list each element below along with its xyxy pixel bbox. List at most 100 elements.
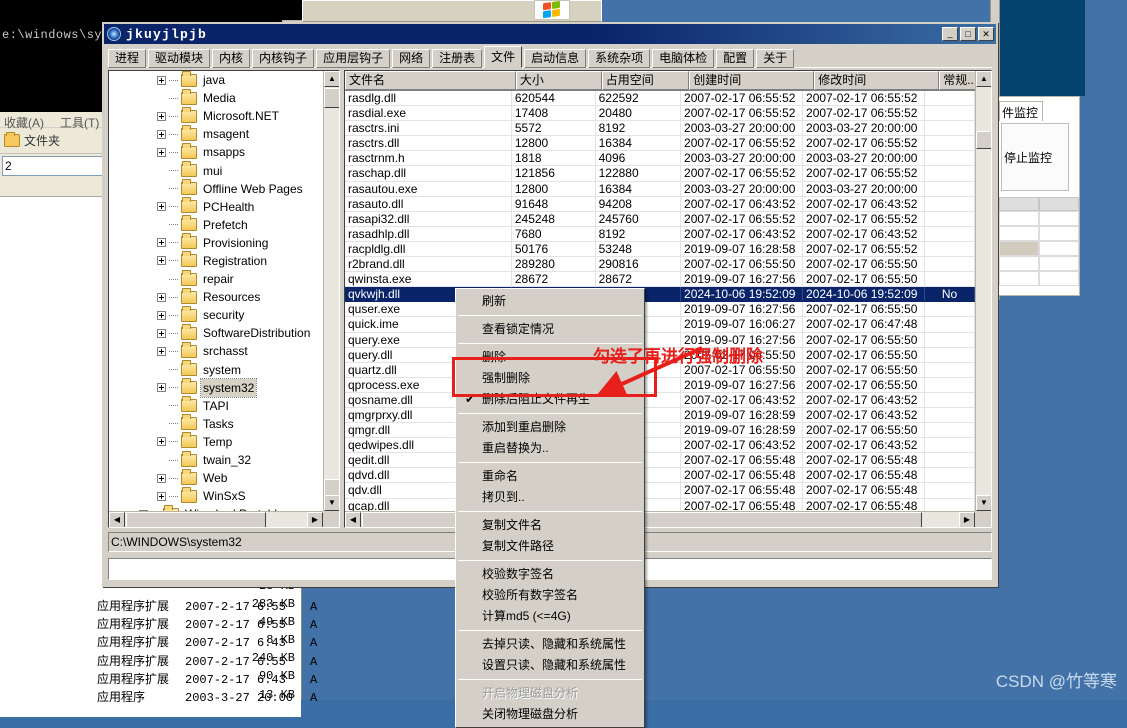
tree-node-9[interactable]: Prefetch [109, 216, 323, 234]
tree-node-1[interactable]: java [109, 71, 323, 89]
stop-monitor-button[interactable]: 停止监控 [1001, 123, 1069, 191]
table-row[interactable]: qedwipes.dll2007-02-17 06:43:522007-02-1… [345, 438, 975, 453]
table-row[interactable]: rasdlg.dll6205446225922007-02-17 06:55:5… [345, 91, 975, 106]
tab-strip[interactable]: 进程驱动模块内核内核钩子应用层钩子网络注册表文件启动信息系统杂项电脑体检配置关于 [104, 44, 996, 68]
tree-node-23[interactable]: Web [109, 469, 323, 487]
scroll-down-icon[interactable]: ▼ [324, 495, 340, 511]
scroll-left-icon[interactable]: ◀ [109, 512, 125, 528]
table-row[interactable]: rasadhlp.dll768081922007-02-17 06:43:522… [345, 227, 975, 242]
tree-node-2[interactable]: Media [109, 89, 323, 107]
scroll-up-icon[interactable]: ▲ [324, 71, 340, 87]
table-row[interactable]: rasctrs.dll12800163842007-02-17 06:55:52… [345, 136, 975, 151]
table-row[interactable]: qwinsta.exe28672286722019-09-07 16:27:56… [345, 272, 975, 287]
table-row[interactable]: rasautou.exe12800163842003-03-27 20:00:0… [345, 182, 975, 197]
list-scroll-up-icon[interactable]: ▲ [976, 71, 992, 87]
table-row[interactable]: qdv.dll2007-02-17 06:55:482007-02-17 06:… [345, 483, 975, 498]
tree-node-5[interactable]: msapps [109, 143, 323, 161]
tab-5[interactable]: 应用层钩子 [316, 49, 390, 68]
explorer-menu-favorites[interactable]: 收藏(A) [4, 114, 44, 131]
expand-plus-icon[interactable] [157, 329, 166, 338]
maximize-button[interactable]: □ [960, 27, 976, 41]
column-header-2[interactable]: 大小 [516, 71, 602, 90]
list-scroll-left-icon[interactable]: ◀ [345, 512, 361, 528]
expand-plus-icon[interactable] [157, 474, 166, 483]
menu-item-1[interactable]: 刷新 [456, 291, 644, 312]
menu-item-9[interactable]: 添加到重启删除 [456, 417, 644, 438]
tree-node-22[interactable]: twain_32 [109, 451, 323, 469]
folder-tree-pane[interactable]: javaMediaMicrosoft.NETmsagentmsappsmuiOf… [108, 70, 340, 528]
menu-item-20[interactable]: 计算md5 (<=4G) [456, 606, 644, 627]
column-header-3[interactable]: 占用空间 [602, 71, 690, 90]
tree-node-10[interactable]: Provisioning [109, 234, 323, 252]
menu-item-23[interactable]: 设置只读、隐藏和系统属性 [456, 655, 644, 676]
tree-node-7[interactable]: Offline Web Pages [109, 180, 323, 198]
list-scroll-thumb[interactable] [976, 131, 992, 149]
tree-hscroll-thumb[interactable] [126, 512, 266, 528]
close-button[interactable]: ✕ [978, 27, 994, 41]
tree-node-13[interactable]: Resources [109, 288, 323, 306]
table-row[interactable]: raschap.dll1218561228802007-02-17 06:55:… [345, 166, 975, 181]
menu-item-26[interactable]: 关闭物理磁盘分析 [456, 704, 644, 725]
table-row[interactable]: rasctrnm.h181840962003-03-27 20:00:00200… [345, 151, 975, 166]
table-row[interactable]: quser.exe2019-09-07 16:27:562007-02-17 0… [345, 302, 975, 317]
tree-scroll-thumb[interactable] [324, 88, 340, 108]
minimize-button[interactable]: _ [942, 27, 958, 41]
tree-node-15[interactable]: SoftwareDistribution [109, 324, 323, 342]
scroll-right-icon[interactable]: ▶ [307, 512, 323, 528]
column-header-4[interactable]: 创建时间 [689, 71, 814, 90]
tab-7[interactable]: 注册表 [432, 49, 482, 68]
menu-item-13[interactable]: 拷贝到.. [456, 487, 644, 508]
table-row[interactable]: qedit.dll2007-02-17 06:55:482007-02-17 0… [345, 453, 975, 468]
tab-11[interactable]: 电脑体检 [652, 49, 714, 68]
tree-node-3[interactable]: Microsoft.NET [109, 107, 323, 125]
menu-item-18[interactable]: 校验数字签名 [456, 564, 644, 585]
expand-plus-icon[interactable] [157, 311, 166, 320]
tree-node-24[interactable]: WinSxS [109, 487, 323, 505]
table-row[interactable]: qcap.dll2007-02-17 06:55:482007-02-17 06… [345, 499, 975, 511]
expand-plus-icon[interactable] [157, 76, 166, 85]
expand-plus-icon[interactable] [157, 383, 166, 392]
table-row[interactable]: rasdial.exe17408204802007-02-17 06:55:52… [345, 106, 975, 121]
tree-node-8[interactable]: PCHealth [109, 198, 323, 216]
expand-plus-icon[interactable] [157, 202, 166, 211]
expand-plus-icon[interactable] [157, 293, 166, 302]
menu-item-16[interactable]: 复制文件路径 [456, 536, 644, 557]
menu-item-12[interactable]: 重命名 [456, 466, 644, 487]
table-row[interactable]: racpldlg.dll50176532482019-09-07 16:28:5… [345, 242, 975, 257]
table-row[interactable]: qmgrprxy.dll2019-09-07 16:28:592007-02-1… [345, 408, 975, 423]
tab-13[interactable]: 关于 [756, 49, 794, 68]
tab-12[interactable]: 配置 [716, 49, 754, 68]
list-vertical-scrollbar[interactable]: ▲ ▼ [975, 71, 991, 511]
tab-6[interactable]: 网络 [392, 49, 430, 68]
folder-tree-list[interactable]: javaMediaMicrosoft.NETmsagentmsappsmuiOf… [109, 71, 323, 511]
tab-4[interactable]: 内核钩子 [252, 49, 314, 68]
tab-3[interactable]: 内核 [212, 49, 250, 68]
expand-plus-icon[interactable] [157, 256, 166, 265]
file-list-pane[interactable]: 文件名大小占用空间创建时间修改时间常规... rasdlg.dll6205446… [344, 70, 992, 528]
menu-item-19[interactable]: 校验所有数字签名 [456, 585, 644, 606]
column-header-1[interactable]: 文件名 [345, 71, 516, 90]
table-row[interactable]: qdvd.dll2007-02-17 06:55:482007-02-17 06… [345, 468, 975, 483]
background-monitor-window[interactable]: 件监控 停止监控 [998, 96, 1080, 296]
menu-item-15[interactable]: 复制文件名 [456, 515, 644, 536]
list-horizontal-scrollbar[interactable]: ◀ ▶ [345, 511, 975, 527]
tree-node-11[interactable]: Registration [109, 252, 323, 270]
tree-node-17[interactable]: system [109, 361, 323, 379]
table-row[interactable]: qvkwjh.dll38400409602024-10-06 19:52:092… [345, 287, 975, 302]
tree-horizontal-scrollbar[interactable]: ◀ ▶ [109, 511, 323, 527]
tab-8[interactable]: 文件 [484, 46, 522, 68]
file-list-rows[interactable]: rasdlg.dll6205446225922007-02-17 06:55:5… [345, 91, 975, 511]
tree-vertical-scrollbar[interactable]: ▲ ▼ [323, 71, 339, 511]
column-header-5[interactable]: 修改时间 [814, 71, 939, 90]
tree-node-12[interactable]: repair [109, 270, 323, 288]
table-row[interactable]: rasapi32.dll2452482457602007-02-17 06:55… [345, 212, 975, 227]
menu-item-3[interactable]: 查看锁定情况 [456, 319, 644, 340]
expand-plus-icon[interactable] [157, 238, 166, 247]
file-list-header[interactable]: 文件名大小占用空间创建时间修改时间常规... [345, 71, 991, 91]
monitor-tab[interactable]: 件监控 [999, 101, 1043, 121]
tab-1[interactable]: 进程 [108, 49, 146, 68]
tree-node-14[interactable]: security [109, 306, 323, 324]
table-row[interactable]: quick.ime2019-09-07 16:06:272007-02-17 0… [345, 317, 975, 332]
expand-plus-icon[interactable] [157, 130, 166, 139]
tree-node-19[interactable]: TAPI [109, 397, 323, 415]
